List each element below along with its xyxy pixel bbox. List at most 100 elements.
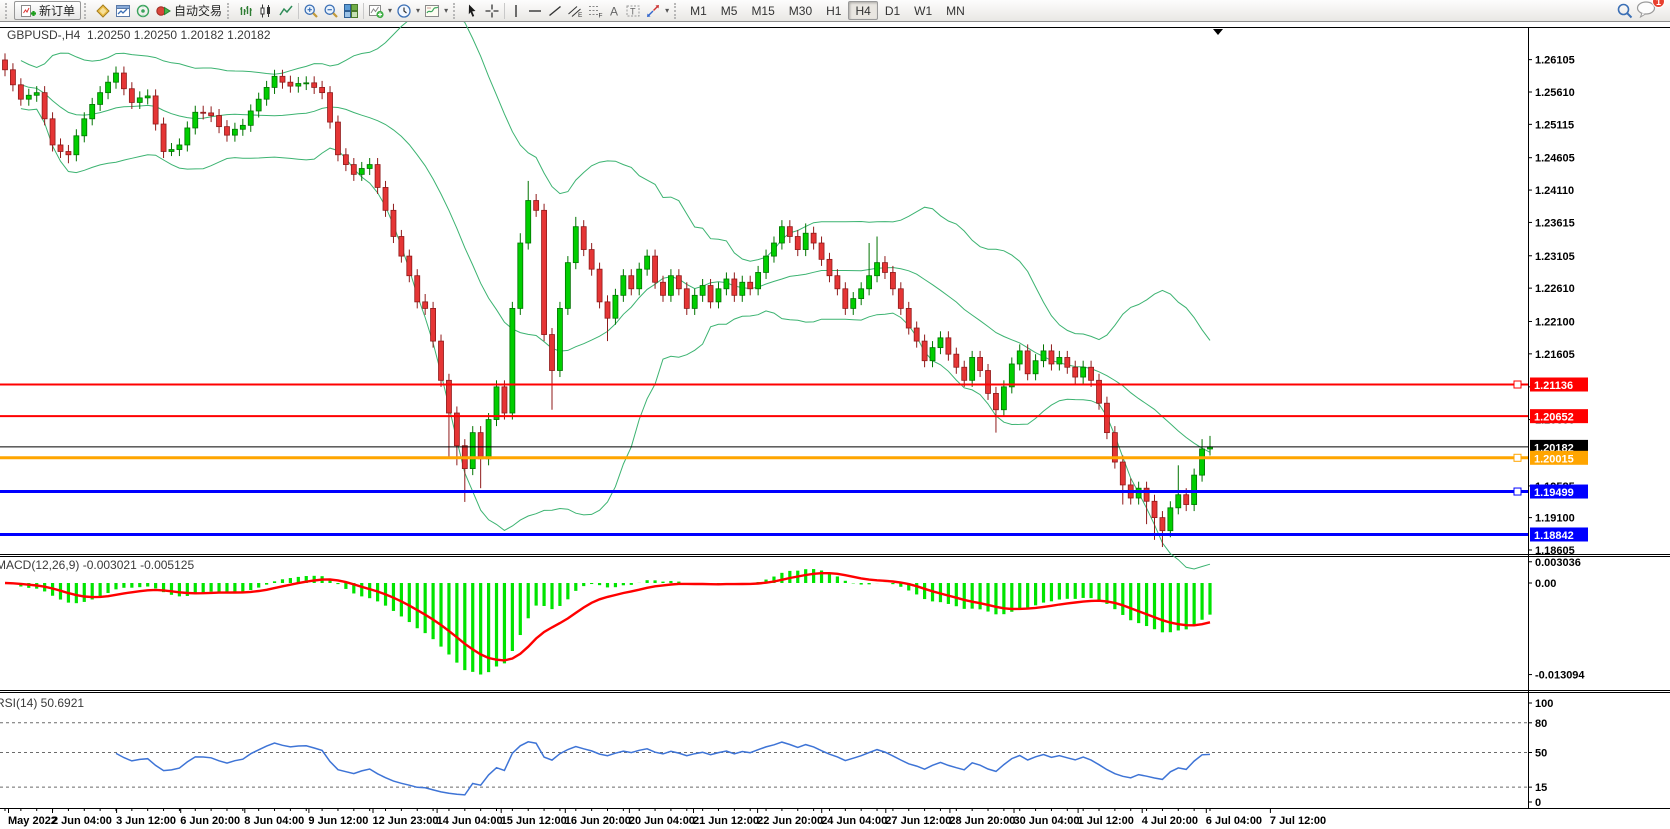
candlestick-chart-icon [258,3,274,19]
svg-text:1.20015: 1.20015 [1534,453,1574,465]
svg-text:1.23105: 1.23105 [1535,251,1575,263]
arrows-dropdown-caret[interactable]: ▾ [665,6,669,15]
chart-shift-marker[interactable] [1213,29,1223,35]
price-chart-canvas[interactable]: 1.261051.256101.251151.246051.241101.236… [0,22,1670,829]
templates-button[interactable]: ▾ [422,1,450,21]
notifications-button[interactable]: 1 [1636,0,1658,21]
horizontal-line-icon [527,3,543,19]
arrows-button[interactable]: ▾ [643,1,671,21]
toolbar-grip[interactable] [84,3,90,19]
equidistant-channel-button[interactable]: E [565,1,585,21]
chart-window-button[interactable] [113,1,133,21]
tile-windows-button[interactable] [341,1,361,21]
text-label-button[interactable]: T [623,1,643,21]
signal-button[interactable] [133,1,153,21]
svg-text:15: 15 [1535,782,1547,794]
toolbar: 新订单 自动交易 ▾ ▾ ▾ [0,0,1670,22]
timeframe-mn-button[interactable]: MN [939,1,972,20]
toolbar-separator [298,3,299,19]
time-axis-label: 27 Jun 12:00 [885,815,951,827]
svg-text:0: 0 [1535,797,1541,809]
svg-text:1.23615: 1.23615 [1535,217,1575,229]
svg-text:T: T [630,6,636,16]
time-axis-label: 14 Jun 04:00 [437,815,503,827]
indicators-dropdown-caret[interactable]: ▾ [388,6,392,15]
zoom-in-button[interactable] [301,1,321,21]
auto-trading-label: 自动交易 [174,2,222,19]
timeframe-d1-button[interactable]: D1 [878,1,907,20]
new-order-label: 新订单 [39,2,75,19]
new-order-icon [20,3,36,19]
auto-trading-button[interactable]: 自动交易 [153,1,224,21]
svg-text:1.20652: 1.20652 [1534,412,1574,424]
svg-text:1.21136: 1.21136 [1534,380,1573,392]
time-axis-label: May 2022 [8,815,57,827]
timeframe-h4-button[interactable]: H4 [848,1,877,20]
trendline-icon [547,3,563,19]
timeframe-h1-button[interactable]: H1 [819,1,848,20]
template-icon [424,3,440,19]
line-chart-icon [278,3,294,19]
indicators-button[interactable]: ▾ [366,1,394,21]
text-a-icon: A [607,3,621,19]
macd-axis: 0.0030360.00-0.013094 [1528,557,1585,682]
search-button[interactable] [1614,1,1636,21]
svg-text:1.21605: 1.21605 [1535,349,1575,361]
fibonacci-button[interactable]: F [585,1,605,21]
time-axis-label: 4 Jul 20:00 [1142,815,1198,827]
horizontal-lines[interactable] [0,381,1528,534]
timeframe-m30-button[interactable]: M30 [782,1,819,20]
time-axis[interactable]: May 20222 Jun 04:003 Jun 12:006 Jun 20:0… [5,808,1326,827]
cursor-button[interactable] [462,1,482,21]
horizontal-line-button[interactable] [525,1,545,21]
channel-icon: E [567,3,583,19]
rsi-level-lines [0,723,1528,787]
rsi-axis: 1008050150 [1528,698,1553,809]
timeframe-m5-button[interactable]: M5 [714,1,745,20]
candlestick-chart-button[interactable] [256,1,276,21]
svg-text:0.00: 0.00 [1535,578,1556,590]
clock-icon [396,3,412,19]
trendline-button[interactable] [545,1,565,21]
line-chart-button[interactable] [276,1,296,21]
hline-handle[interactable] [1514,454,1521,461]
text-button[interactable]: A [605,1,623,21]
periods-button[interactable]: ▾ [394,1,422,21]
timeframe-w1-button[interactable]: W1 [907,1,939,20]
time-axis-label: 20 Jun 04:00 [629,815,695,827]
toolbar-grip[interactable] [227,3,233,19]
time-axis-label: 1 Jul 12:00 [1078,815,1134,827]
fibonacci-icon: F [587,3,603,19]
time-axis-label: 12 Jun 23:00 [373,815,439,827]
text-label-icon: T [625,3,641,19]
timeframe-m15-button[interactable]: M15 [744,1,781,20]
toolbar-grip[interactable] [453,3,459,19]
time-axis-label: 22 Jun 20:00 [757,815,823,827]
svg-text:1.26105: 1.26105 [1535,55,1575,67]
svg-text:1.18605: 1.18605 [1535,545,1575,557]
new-order-button[interactable]: 新订单 [14,1,81,20]
hline-handle[interactable] [1514,381,1521,388]
svg-text:1.22100: 1.22100 [1535,316,1575,328]
hline-handle[interactable] [1514,488,1521,495]
svg-text:1.19499: 1.19499 [1534,487,1574,499]
zoom-out-button[interactable] [321,1,341,21]
crosshair-button[interactable] [482,1,502,21]
timeframe-m1-button[interactable]: M1 [683,1,714,20]
arrows-icon [645,3,661,19]
mt4-terminal: { "toolbar": { "new_order": "新订单", "auto… [0,0,1670,829]
bar-chart-button[interactable] [236,1,256,21]
periods-dropdown-caret[interactable]: ▾ [416,6,420,15]
time-axis-label: 8 Jun 04:00 [244,815,304,827]
toolbar-grip[interactable] [674,3,680,19]
templates-dropdown-caret[interactable]: ▾ [444,6,448,15]
market-watch-button[interactable] [93,1,113,21]
time-axis-label: 21 Jun 12:00 [693,815,759,827]
vertical-line-icon [509,3,523,19]
vertical-line-button[interactable] [507,1,525,21]
bar-chart-icon [238,3,254,19]
svg-text:E: E [578,12,583,19]
svg-text:1.25610: 1.25610 [1535,87,1575,99]
toolbar-grip[interactable] [5,3,11,19]
notification-badge: 1 [1652,0,1665,8]
